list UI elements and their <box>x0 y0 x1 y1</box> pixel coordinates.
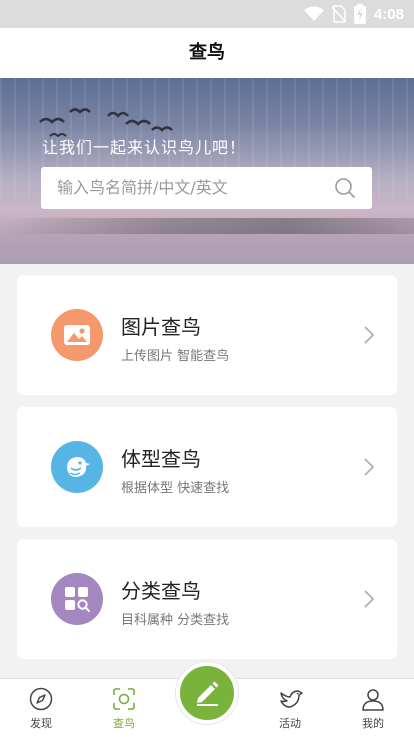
chevron-right-icon <box>364 326 375 344</box>
nav-item-activities[interactable]: 活动 <box>255 679 325 737</box>
wifi-icon <box>303 6 324 21</box>
nav-item-profile[interactable]: 我的 <box>338 679 408 737</box>
category-icon-badge <box>51 573 103 625</box>
nav-item-bird-search[interactable]: 查鸟 <box>89 679 159 737</box>
card-title: 体型查鸟 <box>121 447 201 471</box>
scan-icon <box>113 688 135 710</box>
banner: 让我们一起来认识鸟儿吧！ 输入鸟名简拼/中文/英文 <box>0 78 414 264</box>
card-subtitle: 目科属种 分类查找 <box>121 613 230 628</box>
battery-charging-icon <box>353 4 366 24</box>
nav-label: 查鸟 <box>113 717 135 730</box>
card-title: 图片查鸟 <box>121 315 201 339</box>
card-subtitle: 上传图片 智能查鸟 <box>121 349 230 364</box>
bird-icon-badge <box>51 441 103 493</box>
chevron-right-icon <box>364 458 375 476</box>
banner-shoreline <box>0 218 414 234</box>
image-icon <box>64 325 90 345</box>
card-shape-search[interactable]: 体型查鸟 根据体型 快速查找 <box>17 407 397 527</box>
banner-slogan: 让我们一起来认识鸟儿吧！ <box>42 138 247 157</box>
nav-item-discover[interactable]: 发现 <box>6 679 76 737</box>
card-image-search[interactable]: 图片查鸟 上传图片 智能查鸟 <box>17 275 397 395</box>
nav-label: 发现 <box>30 717 52 730</box>
status-time: 4:08 <box>373 5 404 23</box>
page-title: 查鸟 <box>189 42 225 63</box>
user-icon <box>362 689 384 711</box>
title-bar: 查鸟 <box>0 28 414 78</box>
card-category-search[interactable]: 分类查鸟 目科属种 分类查找 <box>17 539 397 659</box>
compass-icon <box>29 687 53 711</box>
search-input[interactable]: 输入鸟名简拼/中文/英文 <box>41 167 372 209</box>
bird-icon <box>67 457 90 477</box>
search-placeholder: 输入鸟名简拼/中文/英文 <box>57 178 228 197</box>
status-bar: 4:08 <box>0 0 414 28</box>
category-icon <box>65 587 90 612</box>
search-icon[interactable] <box>334 177 356 199</box>
no-sim-icon <box>331 5 346 23</box>
card-title: 分类查鸟 <box>121 579 201 603</box>
nav-label: 我的 <box>362 717 384 730</box>
pencil-icon <box>197 681 219 706</box>
status-icons: 4:08 <box>303 4 404 24</box>
dove-icon <box>280 690 303 708</box>
card-subtitle: 根据体型 快速查找 <box>121 481 230 496</box>
chevron-right-icon <box>364 590 375 608</box>
image-icon-badge <box>51 309 103 361</box>
nav-label: 活动 <box>279 717 301 730</box>
create-post-button[interactable] <box>176 662 238 724</box>
